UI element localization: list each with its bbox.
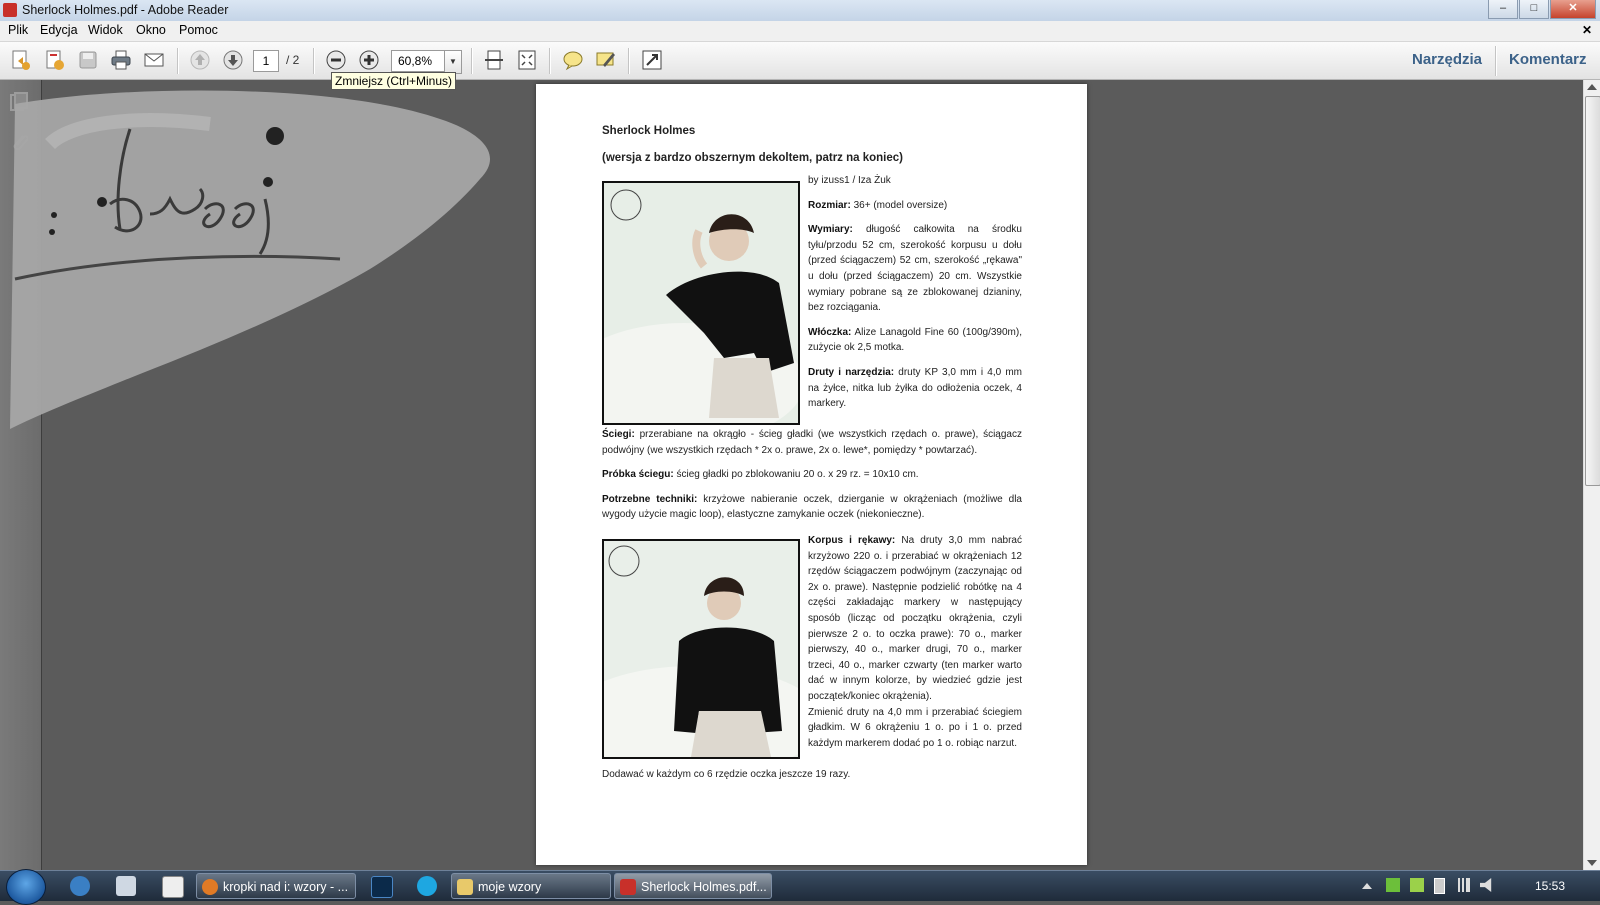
zoom-dropdown-button[interactable]: ▼ bbox=[444, 50, 462, 74]
taskbar: kropki nad i: wzory - ... moje wzory She… bbox=[0, 869, 1600, 905]
taskbar-item-folder[interactable]: moje wzory bbox=[451, 873, 611, 899]
signal-strength-icon[interactable] bbox=[1456, 878, 1470, 892]
stitches-label: Ściegi: bbox=[602, 429, 635, 440]
techniques-label: Potrzebne techniki: bbox=[602, 493, 698, 505]
save-icon bbox=[79, 51, 97, 69]
body-sleeves-text: Na druty 3,0 mm nabrać krzyżowo 220 o. i… bbox=[808, 535, 1022, 702]
zoom-in-button[interactable] bbox=[356, 48, 382, 72]
ie-quicklaunch-icon[interactable] bbox=[70, 876, 90, 896]
body-sleeves-label: Korpus i rękawy: bbox=[808, 535, 896, 546]
increase-instruction: Dodawać w każdym co 6 rzędzie oczka jesz… bbox=[602, 769, 851, 780]
zoom-level-input[interactable]: 60,8% bbox=[391, 50, 445, 72]
vertical-scrollbar[interactable] bbox=[1583, 80, 1600, 870]
comment-pane-link[interactable]: Komentarz bbox=[1509, 51, 1587, 68]
size-label: Rozmiar: bbox=[808, 199, 851, 211]
tray-app-icon[interactable] bbox=[1386, 878, 1400, 892]
izuss-watermark-logo bbox=[10, 90, 491, 430]
highlight-button[interactable] bbox=[593, 48, 619, 72]
menu-widok[interactable]: Widok bbox=[88, 23, 123, 37]
scroll-down-arrow-icon[interactable] bbox=[1587, 860, 1597, 866]
adobe-reader-icon bbox=[3, 3, 17, 17]
sweater-photo-2 bbox=[602, 539, 800, 759]
create-pdf-icon bbox=[12, 50, 30, 70]
zoom-out-button[interactable] bbox=[323, 48, 349, 72]
zoom-out-icon bbox=[326, 50, 346, 70]
menu-okno[interactable]: Okno bbox=[136, 23, 166, 37]
adobe-reader-taskbar-icon bbox=[620, 879, 636, 895]
firefox-icon bbox=[202, 879, 218, 895]
document-title: Sherlock Holmes bbox=[602, 125, 696, 137]
add-comment-button[interactable] bbox=[560, 48, 586, 72]
scroll-up-arrow-icon[interactable] bbox=[1587, 84, 1597, 90]
arrow-up-icon bbox=[190, 50, 210, 70]
print-icon bbox=[111, 50, 131, 70]
sweater-photo-1 bbox=[602, 181, 800, 425]
needle-change-text: Zmienić druty na 4,0 mm i przerabiać ści… bbox=[808, 706, 1022, 749]
scrollbar-thumb[interactable] bbox=[1585, 96, 1600, 486]
toolbar: 1 / 2 60,8% ▼ Narzędzia Komentarz bbox=[0, 42, 1600, 80]
minimize-button[interactable]: – bbox=[1488, 0, 1518, 19]
menu-edycja[interactable]: Edycja bbox=[40, 23, 78, 37]
fit-width-button[interactable] bbox=[481, 48, 507, 72]
dimensions-label: Wymiary: bbox=[808, 224, 853, 236]
email-icon bbox=[144, 53, 164, 67]
dimensions-text: długość całkowita na środku tyłu/przodu … bbox=[808, 224, 1022, 314]
comment-bubble-icon bbox=[563, 51, 583, 71]
taskbar-item-folder-label: moje wzory bbox=[478, 880, 542, 894]
fit-page-button[interactable] bbox=[514, 48, 540, 72]
explorer-quicklaunch-icon[interactable] bbox=[162, 876, 184, 898]
tools-pane-link[interactable]: Narzędzia bbox=[1412, 51, 1482, 68]
document-subtitle: (wersja z bardzo obszernym dekoltem, pat… bbox=[602, 152, 903, 164]
arrow-down-icon bbox=[223, 50, 243, 70]
system-clock[interactable]: 15:53 bbox=[1535, 879, 1565, 893]
save-button[interactable] bbox=[75, 48, 101, 72]
photoshop-icon[interactable] bbox=[371, 876, 393, 898]
menu-plik[interactable]: Plik bbox=[8, 23, 28, 37]
title-bar: Sherlock Holmes.pdf - Adobe Reader – □ ✕ bbox=[0, 0, 1600, 22]
expand-arrows-icon bbox=[642, 50, 662, 70]
create-pdf-button[interactable] bbox=[8, 48, 34, 72]
highlighter-icon bbox=[596, 52, 615, 67]
document-page: Sherlock Holmes (wersja z bardzo obszern… bbox=[536, 84, 1087, 865]
fit-page-icon bbox=[518, 50, 536, 70]
previous-page-button[interactable] bbox=[187, 48, 213, 72]
author-line: by izuss1 / Iza Żuk bbox=[808, 175, 891, 186]
email-button[interactable] bbox=[141, 48, 167, 72]
gauge-label: Próbka ściegu: bbox=[602, 469, 674, 481]
maximize-button[interactable]: □ bbox=[1519, 0, 1549, 19]
needles-label: Druty i narzędzia: bbox=[808, 366, 895, 378]
yarn-label: Włóczka: bbox=[808, 326, 852, 338]
photo-illustration-2 bbox=[604, 541, 798, 757]
menu-pomoc[interactable]: Pomoc bbox=[179, 23, 218, 37]
page-total: / 2 bbox=[286, 53, 300, 67]
notepad-quicklaunch-icon[interactable] bbox=[116, 876, 136, 896]
volume-speaker-icon[interactable] bbox=[1480, 878, 1492, 892]
stitches-text: przerabiane na okrągło - ścieg gładki (w… bbox=[602, 429, 1022, 456]
zoom-out-tooltip: Zmniejsz (Ctrl+Minus) bbox=[331, 72, 457, 90]
close-document-icon[interactable]: ✕ bbox=[1582, 23, 1592, 37]
close-button[interactable]: ✕ bbox=[1550, 0, 1596, 19]
show-hidden-icons-arrow[interactable] bbox=[1362, 883, 1372, 889]
gauge-text: ścieg gładki po zblokowaniu 20 o. x 29 r… bbox=[673, 469, 919, 481]
print-button[interactable] bbox=[108, 48, 134, 72]
tray-network-app-icon[interactable] bbox=[1410, 878, 1424, 892]
folder-icon bbox=[457, 879, 473, 895]
window-title: Sherlock Holmes.pdf - Adobe Reader bbox=[22, 3, 229, 17]
skype-icon[interactable] bbox=[417, 876, 437, 896]
taskbar-item-adobe-reader-label: Sherlock Holmes.pdf... bbox=[641, 880, 767, 894]
page-number-input[interactable]: 1 bbox=[253, 50, 279, 72]
taskbar-item-firefox-label: kropki nad i: wzory - ... bbox=[223, 880, 349, 894]
zoom-in-icon bbox=[359, 50, 379, 70]
taskbar-item-firefox[interactable]: kropki nad i: wzory - ... bbox=[196, 873, 356, 899]
expand-button[interactable] bbox=[639, 48, 665, 72]
photo-illustration-1 bbox=[604, 183, 798, 423]
battery-icon[interactable] bbox=[1434, 878, 1445, 894]
next-page-button[interactable] bbox=[220, 48, 246, 72]
taskbar-item-adobe-reader[interactable]: Sherlock Holmes.pdf... bbox=[614, 873, 772, 899]
combine-files-icon bbox=[46, 50, 64, 70]
scroll-mode-icon bbox=[485, 50, 503, 70]
menu-bar: Plik Edycja Widok Okno Pomoc ✕ bbox=[0, 21, 1600, 42]
size-text: 36+ (model oversize) bbox=[850, 199, 948, 211]
combine-files-button[interactable] bbox=[42, 48, 68, 72]
